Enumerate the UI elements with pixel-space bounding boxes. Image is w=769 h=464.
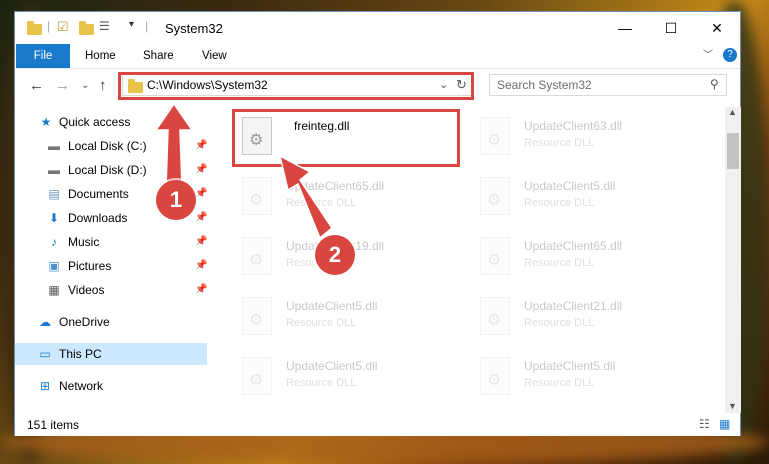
annotation-arrows — [154, 102, 333, 240]
arrow-1 — [154, 102, 194, 189]
step-badge-2: 2 — [315, 235, 355, 275]
arrow-2 — [278, 154, 333, 240]
step-badge-1: 1 — [156, 180, 196, 220]
